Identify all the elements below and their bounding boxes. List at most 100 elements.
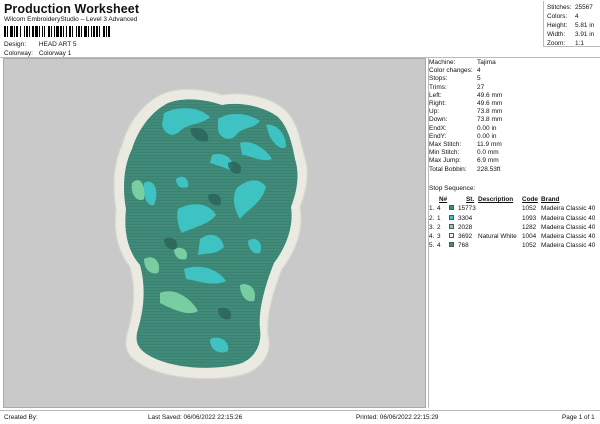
col-st: St.	[466, 196, 475, 203]
info-label: Stops:	[429, 75, 448, 83]
stop-sequence-row: 1. 4 15773 1052 Madeira Classic 40	[429, 204, 600, 213]
stat-label: Height:	[547, 22, 568, 29]
seq-code: 1052	[522, 205, 537, 213]
color-swatch	[449, 205, 454, 211]
seq-n: 2	[437, 223, 441, 231]
stop-sequence-row: 5. 4 768 1052 Madeira Classic 40	[429, 241, 600, 250]
info-value: Tajima	[477, 59, 496, 66]
seq-brand: Madeira Classic 40	[541, 242, 596, 250]
seq-brand: Madeira Classic 40	[541, 233, 596, 241]
seq-st: 15773	[458, 205, 476, 213]
seq-code: 1282	[522, 223, 537, 231]
seq-stop: 5.	[429, 242, 435, 250]
info-value: 49.6 mm	[477, 100, 503, 107]
col-n: N#	[439, 196, 448, 203]
stat-value: 4	[575, 13, 579, 20]
info-label: Trims:	[429, 83, 447, 91]
info-value: 0.00 in	[477, 132, 497, 140]
seq-stop: 4.	[429, 233, 435, 241]
stat-label: Stitches:	[547, 4, 572, 11]
colorway-value: Colorway 1	[38, 50, 72, 57]
seq-st: 3692	[458, 233, 473, 241]
info-label: Max Stitch:	[429, 141, 462, 148]
info-value: 73.8 mm	[477, 116, 503, 124]
footer-last-saved: Last Saved: 06/06/2022 22:15:26	[148, 414, 243, 421]
machine-info-panel: Stop Sequence: N# St. Description Code B…	[428, 58, 600, 408]
info-label: Left:	[429, 91, 442, 99]
stop-sequence-row: 2. 1 3304 1093 Madeira Classic 40	[429, 214, 600, 223]
info-value: 73.8 mm	[477, 108, 503, 116]
info-value: 0.0 mm	[477, 149, 499, 157]
stop-sequence-row: 4. 3 3692 Natural White 1004 Madeira Classic …	[429, 232, 600, 241]
info-label: Right:	[429, 100, 446, 107]
info-value: 4	[477, 67, 481, 75]
stat-value: 25567	[575, 4, 593, 11]
color-swatch	[449, 214, 454, 220]
embroidery-design-image	[113, 88, 308, 380]
col-description: Description	[478, 196, 514, 203]
software-subtitle: Wilcom EmbroideryStudio – Level 3 Advanc…	[4, 16, 138, 23]
seq-code: 1093	[522, 214, 537, 222]
colorway-row: Colorway: Colorway 1	[4, 50, 71, 57]
info-value: 6.9 mm	[477, 157, 499, 165]
footer-printed: Printed: 06/06/2022 22:15:29	[356, 414, 439, 421]
seq-n: 3	[437, 233, 441, 241]
info-label: EndX:	[429, 124, 447, 132]
color-swatch	[449, 233, 454, 239]
seq-stop: 3.	[429, 223, 435, 231]
seq-n: 4	[437, 242, 441, 250]
colorway-label: Colorway:	[4, 50, 33, 57]
seq-st: 768	[458, 242, 469, 250]
info-value: 27	[477, 83, 485, 91]
info-value: 228.53ft	[477, 165, 501, 173]
info-label: Max Jump:	[429, 157, 461, 165]
info-value: 49.6 mm	[477, 91, 503, 99]
design-row: Design: HEAD ART 5	[4, 41, 77, 48]
seq-brand: Madeira Classic 40	[541, 223, 596, 231]
seq-desc: Natural White	[478, 233, 517, 241]
design-fill	[124, 99, 298, 368]
info-label: Min Stitch:	[429, 149, 460, 157]
page-title: Production Worksheet	[4, 2, 140, 16]
stop-sequence-label: Stop Sequence:	[429, 185, 476, 192]
stat-label: Colors:	[547, 13, 568, 20]
color-swatch	[449, 242, 454, 248]
stat-label: Width:	[547, 31, 566, 38]
color-swatch	[449, 223, 454, 229]
seq-stop: 1.	[429, 205, 435, 213]
footer-created-by: Created By:	[4, 414, 38, 421]
stat-height: Height: 5.81 in	[547, 21, 600, 30]
stat-colors: Colors: 4	[547, 12, 600, 21]
stat-width: Width: 3.91 in	[547, 30, 600, 39]
stop-sequence-row: 3. 2 2028 1282 Madeira Classic 40	[429, 223, 600, 232]
stat-value: 5.81 in	[575, 22, 595, 29]
stat-label: Zoom:	[547, 40, 566, 47]
seq-brand: Madeira Classic 40	[541, 214, 596, 222]
seq-code: 1052	[522, 242, 537, 250]
info-label: Up:	[429, 108, 440, 116]
stat-zoom: Zoom: 1:1	[547, 39, 600, 48]
footer: Created By: Last Saved: 06/06/2022 22:15…	[0, 410, 600, 424]
info-label: Total Bobbin:	[429, 165, 467, 173]
design-preview	[3, 58, 426, 408]
info-value: 5	[477, 75, 481, 83]
info-label: Down:	[429, 116, 448, 124]
barcode	[4, 26, 154, 37]
col-brand: Brand	[541, 196, 560, 203]
stat-value: 3.91 in	[575, 31, 595, 38]
col-code: Code	[522, 196, 538, 203]
info-label: EndY:	[429, 132, 447, 140]
seq-st: 2028	[458, 223, 473, 231]
seq-st: 3304	[458, 214, 473, 222]
info-label: Color changes:	[429, 67, 473, 75]
seq-brand: Madeira Classic 40	[541, 205, 596, 213]
seq-n: 1	[437, 214, 441, 222]
seq-n: 4	[437, 205, 441, 213]
seq-stop: 2.	[429, 214, 435, 222]
info-value: 0.00 in	[477, 124, 497, 132]
seq-code: 1004	[522, 233, 537, 241]
design-label: Design:	[4, 41, 27, 48]
footer-page: Page 1 of 1	[562, 414, 595, 421]
design-value: HEAD ART 5	[38, 41, 77, 48]
stop-sequence-header: N# St. Description Code Brand	[429, 195, 600, 204]
